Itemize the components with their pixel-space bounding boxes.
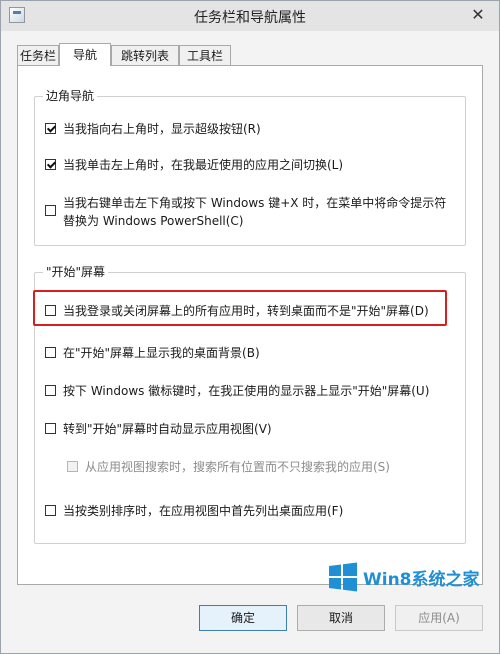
tab-toolbars[interactable]: 工具栏 xyxy=(179,45,231,65)
checkbox-desktop-background[interactable] xyxy=(45,347,56,358)
corner-navigation-label: 边角导航 xyxy=(43,88,98,104)
close-button[interactable]: ✕ xyxy=(465,5,491,25)
watermark-text: Win8系统之家 xyxy=(363,570,480,590)
option-start-on-current-display[interactable]: 按下 Windows 徽标键时，在我正使用的显示器上显示"开始"屏幕(U) xyxy=(45,381,455,401)
option-label: 转到"开始"屏幕时自动显示应用视图(V) xyxy=(63,422,272,436)
option-search-everywhere: 从应用视图搜索时，搜索所有位置而不只搜索我的应用(S) xyxy=(67,457,457,477)
windows-logo-icon xyxy=(329,562,357,592)
apply-button[interactable]: 应用(A) xyxy=(395,605,483,631)
tab-taskbar[interactable]: 任务栏 xyxy=(17,45,59,65)
highlight-box xyxy=(33,290,447,326)
option-show-charms[interactable]: 当我指向右上角时，显示超级按钮(R) xyxy=(45,119,455,139)
option-label: 当我右键单击左下角或按下 Windows 键+X 时，在菜单中将命令提示符 xyxy=(63,196,447,210)
start-screen-label: "开始"屏幕 xyxy=(43,264,109,280)
option-label: 当我指向右上角时，显示超级按钮(R) xyxy=(63,122,261,136)
option-label: 按下 Windows 徽标键时，在我正使用的显示器上显示"开始"屏幕(U) xyxy=(63,384,430,398)
option-label-line2: 替换为 Windows PowerShell(C) xyxy=(63,214,244,228)
properties-dialog: 任务栏和导航属性 ✕ 任务栏 导航 跳转列表 工具栏 边角导航 当我指向右上角时… xyxy=(0,0,500,654)
ok-button[interactable]: 确定 xyxy=(199,605,287,631)
checkbox-show-apps-view[interactable] xyxy=(45,423,56,434)
option-label: 当按类别排序时，在应用视图中首先列出桌面应用(F) xyxy=(63,504,344,518)
checkbox-switch-apps[interactable] xyxy=(45,159,56,170)
corner-navigation-group: 边角导航 当我指向右上角时，显示超级按钮(R) 当我单击左上角时，在我最近使用的… xyxy=(34,88,466,246)
option-label: 从应用视图搜索时，搜索所有位置而不只搜索我的应用(S) xyxy=(85,460,390,474)
checkbox-list-desktop-apps-first[interactable] xyxy=(45,505,56,516)
title-bar[interactable]: 任务栏和导航属性 ✕ xyxy=(1,1,499,31)
option-show-apps-view[interactable]: 转到"开始"屏幕时自动显示应用视图(V) xyxy=(45,419,455,439)
option-list-desktop-apps-first[interactable]: 当按类别排序时，在应用视图中首先列出桌面应用(F) xyxy=(45,501,455,521)
option-powershell[interactable]: 当我右键单击左下角或按下 Windows 键+X 时，在菜单中将命令提示符 替换… xyxy=(45,193,455,233)
option-label: 当我单击左上角时，在我最近使用的应用之间切换(L) xyxy=(63,158,344,172)
option-switch-apps[interactable]: 当我单击左上角时，在我最近使用的应用之间切换(L) xyxy=(45,155,455,175)
tab-jump-lists[interactable]: 跳转列表 xyxy=(111,45,179,65)
tab-navigation[interactable]: 导航 xyxy=(59,43,111,66)
checkbox-start-on-current-display[interactable] xyxy=(45,385,56,396)
watermark: Win8系统之家 xyxy=(327,559,489,595)
option-desktop-background[interactable]: 在"开始"屏幕上显示我的桌面背景(B) xyxy=(45,343,455,363)
checkbox-show-charms[interactable] xyxy=(45,123,56,134)
checkbox-search-everywhere xyxy=(67,461,78,472)
option-label: 在"开始"屏幕上显示我的桌面背景(B) xyxy=(63,346,260,360)
cancel-button[interactable]: 取消 xyxy=(297,605,385,631)
window-title: 任务栏和导航属性 xyxy=(194,10,306,26)
checkbox-powershell[interactable] xyxy=(45,205,56,216)
